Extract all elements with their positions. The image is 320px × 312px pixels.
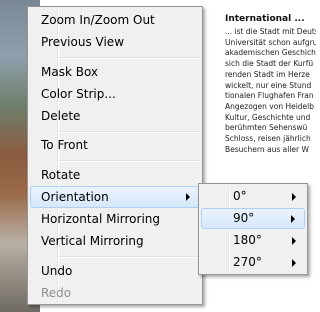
document-line: ... ist die Stadt mit Deuts xyxy=(225,27,316,36)
document-line: Angezogen von Heidelb xyxy=(225,101,315,111)
submenu-arrow-icon xyxy=(291,214,295,223)
orientation-label: Orientation xyxy=(41,190,109,204)
mask-box-item[interactable]: Mask Box xyxy=(30,61,200,83)
submenu-arrow-icon xyxy=(186,193,190,201)
orientation-0-item[interactable]: 0° xyxy=(201,186,305,207)
orientation-submenu: 0° 90° 180° 270° xyxy=(198,183,308,275)
submenu-arrow-icon xyxy=(292,258,296,267)
orientation-270-label: 270° xyxy=(233,255,262,269)
document-text: ... ist die Stadt mit Deuts Universität … xyxy=(225,27,316,155)
document-line: wickelt, nur eine Stund xyxy=(225,80,312,90)
orientation-180-item[interactable]: 180° xyxy=(201,230,305,251)
document-line: Universität schon aufgru xyxy=(225,37,316,47)
orientation-0-label: 0° xyxy=(233,189,247,203)
orientation-180-label: 180° xyxy=(233,233,262,247)
document-line: Kultur, Geschichte und xyxy=(225,112,311,122)
delete-item[interactable]: Delete xyxy=(30,105,200,127)
submenu-arrow-icon xyxy=(292,236,296,245)
menu-separator xyxy=(59,57,200,59)
context-menu: Zoom In/Zoom Out Previous View Mask Box … xyxy=(27,6,203,305)
menu-separator xyxy=(59,131,200,133)
orientation-item[interactable]: Orientation xyxy=(30,186,200,208)
document-line: Besuchern aus aller W xyxy=(225,144,309,154)
document-line: berühmten Sehenswü xyxy=(225,123,308,133)
document-line: sich die Stadt der Kurfü xyxy=(225,59,314,69)
color-strip-item[interactable]: Color Strip... xyxy=(30,83,200,105)
document-line: renden Stadt im Herze xyxy=(225,69,310,79)
document-line: tionalen Flughafen Fran xyxy=(225,91,314,101)
previous-view-item[interactable]: Previous View xyxy=(30,31,200,53)
vertical-mirroring-item[interactable]: Vertical Mirroring xyxy=(30,230,200,252)
menu-separator xyxy=(59,160,200,162)
document-heading: International ... xyxy=(225,14,305,24)
orientation-270-item[interactable]: 270° xyxy=(201,252,305,273)
document-line: akademischen Geschicht xyxy=(225,48,316,58)
orientation-90-label: 90° xyxy=(233,211,255,225)
to-front-item[interactable]: To Front xyxy=(30,134,200,156)
redo-item: Redo xyxy=(41,286,72,300)
horizontal-mirroring-item[interactable]: Horizontal Mirroring xyxy=(30,208,200,230)
undo-item[interactable]: Undo xyxy=(30,260,200,282)
document-line: Schloss, reisen jährlich xyxy=(225,134,311,144)
submenu-arrow-icon xyxy=(292,192,296,201)
menu-separator xyxy=(59,256,200,258)
orientation-90-item[interactable]: 90° xyxy=(201,208,305,229)
zoom-in-out-item[interactable]: Zoom In/Zoom Out xyxy=(30,9,200,31)
rotate-item[interactable]: Rotate xyxy=(30,164,200,186)
